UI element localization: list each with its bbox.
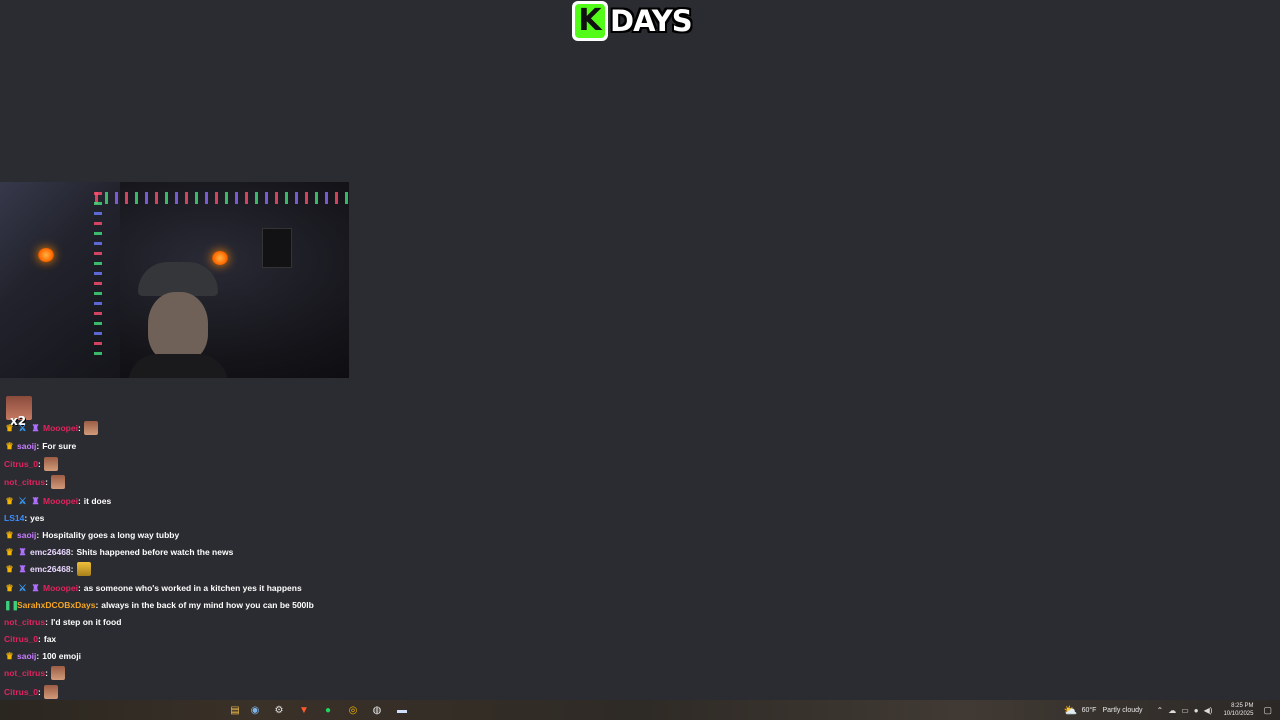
- chat-username[interactable]: Mooopei: [43, 496, 78, 506]
- streamer: [128, 262, 228, 378]
- chat-message: ♛ ⚔ ♜ Mooopei: as someone who's worked in a …: [5, 583, 302, 593]
- chat-username[interactable]: saoij: [17, 530, 36, 540]
- chat-emote-icon: [50, 666, 65, 680]
- file-explorer-icon[interactable]: ▤: [228, 703, 242, 717]
- volume-icon[interactable]: ◀): [1204, 706, 1213, 715]
- taskbar: ⛅ 60°F Partly cloudy ⌃ ☁ ▭ ● ◀) 8:25 PM …: [0, 700, 1280, 720]
- chat-text: For sure: [42, 441, 77, 451]
- clock-time: 8:25 PM: [1231, 703, 1254, 709]
- cloud-icon[interactable]: ☁: [1168, 706, 1176, 715]
- chat-username[interactable]: Citrus_0: [4, 459, 38, 469]
- chat-text: Shits happened before watch the news: [76, 547, 234, 557]
- chat-message: ♛ ⚔ ♜ Mooopei:: [4, 420, 98, 436]
- partly-cloudy-icon: ⛅: [1063, 704, 1078, 717]
- chat-text: fax: [43, 634, 57, 644]
- chat-text: 100 emoji: [42, 651, 81, 661]
- chat-message: not_citrus: I'd step on it food: [4, 617, 122, 627]
- chat-message: Citrus_0:: [4, 684, 58, 700]
- display-icon[interactable]: ▭: [1181, 706, 1189, 715]
- crown-badge-icon: ♛: [5, 564, 14, 574]
- chat-message: not_citrus:: [4, 665, 65, 681]
- chat-message: ♛ saoij: For sure: [5, 441, 77, 451]
- chat-message: ♛ ♜ emc26468: Shits happened before watch t…: [5, 547, 234, 557]
- microphone-icon[interactable]: ●: [1194, 706, 1199, 715]
- chat-text: always in the back of my mind how you ca…: [101, 600, 314, 610]
- chat-text: I'd step on it food: [50, 617, 122, 627]
- crown-badge-icon: ♛: [5, 530, 14, 540]
- gift-badge-icon: ♜: [18, 564, 27, 574]
- chat-username[interactable]: emc26468: [30, 564, 71, 574]
- sword-badge-icon: ⚔: [18, 423, 27, 433]
- logo-k-letter: K: [575, 4, 605, 38]
- pumpkin-light: [38, 248, 54, 262]
- sword-badge-icon: ⚔: [18, 496, 27, 506]
- weather-temp: 60°F: [1081, 706, 1097, 714]
- chat-username[interactable]: Mooopei: [43, 423, 78, 433]
- steam-icon[interactable]: ◉: [248, 703, 262, 717]
- chat-message: not_citrus:: [4, 474, 65, 490]
- spotify-icon[interactable]: ●: [321, 703, 335, 717]
- clock-date: 10/10/2025: [1223, 711, 1254, 717]
- chat-username[interactable]: Citrus_0: [4, 634, 38, 644]
- crown-badge-icon: ♛: [5, 651, 14, 661]
- crown-badge-icon: ♛: [5, 441, 14, 451]
- string-lights-vertical: [94, 192, 102, 362]
- gift-badge-icon: ♜: [31, 583, 40, 593]
- crown-badge-icon: ♛: [5, 423, 14, 433]
- crown-badge-icon: ♛: [5, 547, 14, 557]
- string-lights: [95, 192, 349, 204]
- chat-username[interactable]: not_citrus: [4, 668, 45, 678]
- bars-badge-icon: ❚❚: [4, 600, 20, 610]
- settings-icon[interactable]: ⚙: [272, 703, 286, 717]
- system-tray: ⛅ 60°F Partly cloudy ⌃ ☁ ▭ ● ◀) 8:25 PM …: [1064, 700, 1280, 720]
- gift-badge-icon: ♜: [18, 547, 27, 557]
- crown-badge-icon: ♛: [5, 583, 14, 593]
- chat-message: ♛ ♜ emc26468:: [4, 561, 91, 577]
- clock[interactable]: 8:25 PM 10/10/2025: [1223, 702, 1253, 718]
- logo-word: DAYS: [610, 4, 693, 38]
- chat-username[interactable]: Mooopei: [43, 583, 78, 593]
- chat-emote-icon: [50, 475, 65, 489]
- chrome-icon[interactable]: ◎: [346, 703, 360, 717]
- gift-badge-icon: ♜: [31, 423, 40, 433]
- chat-message: LS14: yes: [4, 513, 45, 523]
- chat-text: it does: [83, 496, 112, 506]
- webcam-feed: [0, 182, 349, 378]
- chat-text: yes: [30, 513, 45, 523]
- logo-k-tile: K: [572, 1, 608, 41]
- chat-text: Hospitality goes a long way tubby: [42, 530, 180, 540]
- chat-message: Citrus_0: fax: [4, 634, 57, 644]
- chat-username[interactable]: emc26468: [30, 547, 71, 557]
- chat-message: ♛ saoij: Hospitality goes a long way tubby: [5, 530, 180, 540]
- chat-username[interactable]: SarahxDCOBxDays: [17, 600, 95, 610]
- brave-icon[interactable]: ▼: [297, 703, 311, 717]
- weather-widget[interactable]: ⛅ 60°F Partly cloudy: [1064, 704, 1143, 717]
- chat-username[interactable]: not_citrus: [4, 477, 45, 487]
- chat-username[interactable]: LS14: [4, 513, 24, 523]
- chevron-up-icon[interactable]: ⌃: [1157, 706, 1164, 715]
- terminal-icon[interactable]: ▬: [395, 703, 409, 717]
- chat-text: as someone who's worked in a kitchen yes…: [83, 583, 302, 593]
- chat-message: ♛ ⚔ ♜ Mooopei: it does: [5, 496, 112, 506]
- kick-days-logo: K DAYS: [572, 1, 693, 41]
- gift-badge-icon: ♜: [31, 496, 40, 506]
- chat-emote-icon: [76, 562, 91, 576]
- chat-username[interactable]: Citrus_0: [4, 687, 38, 697]
- obs-icon[interactable]: ◍: [370, 703, 384, 717]
- chat-message: ❚❚ SarahxDCOBxDays: always in the back of …: [4, 600, 314, 610]
- chat-username[interactable]: saoij: [17, 651, 36, 661]
- chat-username[interactable]: saoij: [17, 441, 36, 451]
- crown-badge-icon: ♛: [5, 496, 14, 506]
- wall-poster: [262, 228, 292, 268]
- chat-message: Citrus_0:: [4, 456, 58, 472]
- chat-username[interactable]: not_citrus: [4, 617, 45, 627]
- chat-message: ♛ saoij:100 emoji: [5, 651, 81, 661]
- sword-badge-icon: ⚔: [18, 583, 27, 593]
- chat-emote-icon: [43, 685, 58, 699]
- notification-icon[interactable]: ▢: [1263, 705, 1272, 716]
- weather-desc: Partly cloudy: [1102, 706, 1143, 714]
- chat-emote-icon: [43, 457, 58, 471]
- chat-emote-icon: [83, 421, 98, 435]
